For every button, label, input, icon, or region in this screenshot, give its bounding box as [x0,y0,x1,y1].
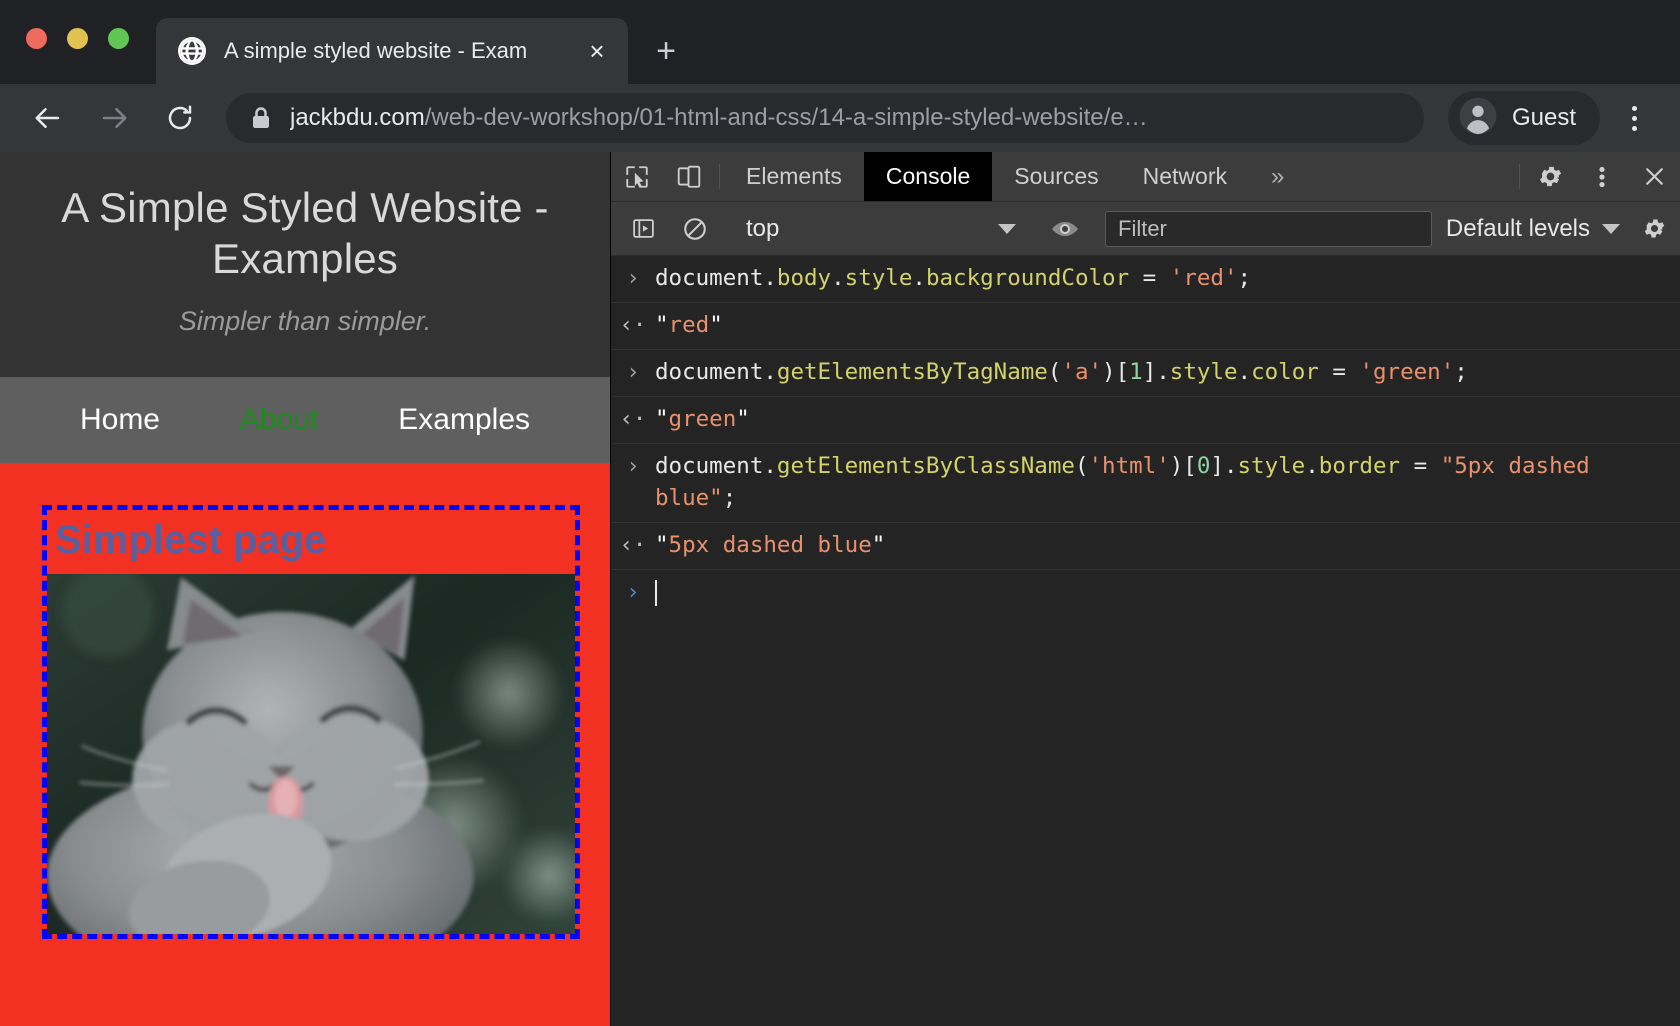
console-filterbar: top Default levels [611,202,1680,256]
content-area: A Simple Styled Website - Examples Simpl… [0,152,1680,1026]
console-result-row: ‹· "green" [611,397,1680,444]
gear-icon[interactable] [1524,152,1576,201]
person-icon [1458,96,1498,141]
console-row-text: "red" [655,311,723,338]
command-prompt-icon: › [626,359,640,385]
content-heading: Simplest page [55,518,327,563]
tab-elements[interactable]: Elements [724,152,864,201]
toolbar-divider-right [1519,164,1520,189]
clear-console-icon[interactable] [669,216,721,242]
lock-icon [250,106,272,130]
chevron-down-icon-levels [1602,223,1620,234]
three-dot-menu-icon[interactable] [1610,94,1658,142]
address-bar[interactable]: jackbdu.com/web-dev-workshop/01-html-and… [226,93,1424,143]
back-arrow-icon[interactable] [22,92,74,144]
prompt-chevron-icon: › [626,580,640,606]
result-arrow-icon: ‹· [619,406,647,432]
log-levels-label: Default levels [1445,214,1590,242]
tab-console[interactable]: Console [863,152,993,201]
toolbar-divider [719,164,720,189]
console-row-text: "5px dashed blue" [655,531,886,558]
page-tagline: Simpler than simpler. [178,306,432,337]
devtools-panel: Elements Console Sources Network » top F… [610,152,1680,1026]
tab-title: A simple styled website - Exam [224,38,528,63]
browser-tab[interactable]: A simple styled website - Exam × [156,18,628,84]
close-icon[interactable] [1628,152,1680,201]
html-bordered-container: Simplest page [42,505,580,940]
profile-button[interactable]: Guest [1447,91,1600,145]
page-viewport: A Simple Styled Website - Examples Simpl… [0,152,610,1026]
tabbar-spacer [1306,152,1515,201]
console-log-list[interactable]: › document.body.style.backgroundColor = '… [611,256,1680,1026]
nav-link-home[interactable]: Home [80,403,160,437]
console-sidebar-icon[interactable] [617,216,669,241]
console-command-row: › document.body.style.backgroundColor = '… [611,256,1680,303]
command-prompt-icon: › [626,266,640,291]
forward-arrow-icon[interactable] [88,92,140,144]
globe-icon [178,37,206,65]
chevron-down-icon [998,223,1016,234]
device-toolbar-icon[interactable] [663,152,715,201]
page-title: A Simple Styled Website - Examples [61,184,549,283]
url-path: /web-dev-workshop/01-html-and-css/14-a-s… [424,104,1148,131]
console-result-row: ‹· "5px dashed blue" [611,523,1680,570]
minimize-window-button[interactable] [67,28,88,49]
page-body: Simplest page [0,505,610,940]
close-tab-button[interactable]: × [580,34,614,68]
nav-link-about[interactable]: About [240,403,318,437]
url-text: jackbdu.com/web-dev-workshop/01-html-and… [290,104,1148,132]
console-row-text: document.getElementsByTagName('a')[1].st… [655,358,1468,385]
console-row-text: document.body.style.backgroundColor = 'r… [655,265,1252,291]
console-settings-gear-icon[interactable] [1628,216,1680,241]
console-filter-input[interactable] [1105,210,1432,247]
new-tab-button[interactable]: + [642,27,690,75]
browser-window: A simple styled website - Exam × + jackb… [0,0,1680,1026]
site-header: A Simple Styled Website - Examples Simpl… [0,152,610,378]
devtools-menu-icon[interactable] [1576,152,1628,201]
nav-link-examples[interactable]: Examples [398,403,530,437]
reload-icon[interactable] [154,92,206,144]
console-prompt-row[interactable]: › [611,570,1680,616]
window-traffic-lights [26,28,129,49]
close-window-button[interactable] [26,28,47,49]
tab-network[interactable]: Network [1121,152,1249,201]
url-host: jackbdu.com [290,104,425,131]
live-expression-icon[interactable] [1039,218,1091,240]
execution-context-label: top [746,214,780,242]
console-result-row: ‹· "red" [611,303,1680,350]
inspect-element-icon[interactable] [611,152,663,201]
execution-context-select[interactable]: top [730,215,1030,243]
console-command-row: › document.getElementsByTagName('a')[1].s… [611,350,1680,397]
devtools-tabbar: Elements Console Sources Network » [611,152,1680,202]
maximize-window-button[interactable] [108,28,129,49]
console-text-caret [655,579,657,606]
command-prompt-icon: › [626,453,640,479]
tab-sources[interactable]: Sources [992,152,1120,201]
cat-image [47,574,575,935]
result-arrow-icon: ‹· [619,312,647,338]
console-row-text: document.getElementsByClassName('html')[… [655,452,1604,511]
console-row-text: "green" [655,405,750,432]
log-levels-select[interactable]: Default levels [1446,215,1628,243]
browser-toolbar: jackbdu.com/web-dev-workshop/01-html-and… [0,84,1680,152]
site-nav: Home About Examples [0,377,610,464]
profile-label: Guest [1511,104,1576,131]
result-arrow-icon: ‹· [619,532,647,558]
console-command-row: › document.getElementsByClassName('html')… [611,444,1680,523]
more-tabs-button[interactable]: » [1249,152,1306,201]
tab-strip: A simple styled website - Exam × + [0,0,1680,84]
